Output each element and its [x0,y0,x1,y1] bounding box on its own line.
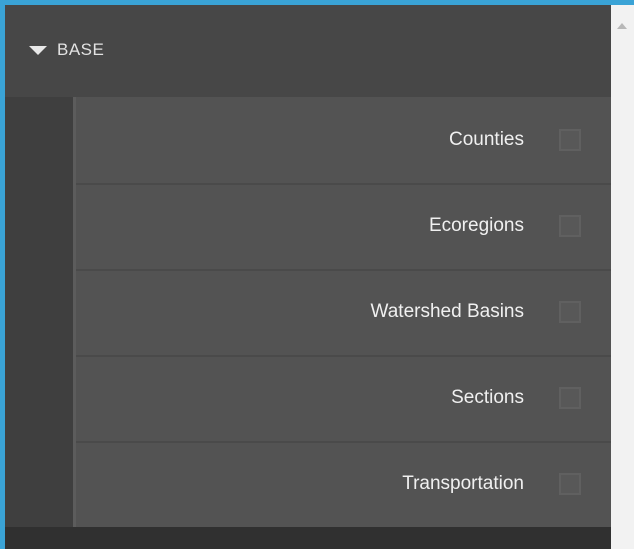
layer-label: Counties [449,129,524,150]
layer-row-transportation[interactable]: Transportation [76,441,611,529]
base-group-toggle[interactable]: BASE [29,35,104,65]
layer-row-counties[interactable]: Counties [76,97,611,185]
layer-checkbox-watershed-basins[interactable] [559,301,581,323]
layer-checkbox-sections[interactable] [559,387,581,409]
layer-label: Transportation [402,473,524,494]
caret-down-icon [29,45,47,55]
panel-bottom-bar [5,527,611,549]
layer-panel: BASE Counties Ecoregions Watershed Basin… [5,5,611,549]
layer-row-sections[interactable]: Sections [76,355,611,443]
layer-list: Counties Ecoregions Watershed Basins Sec… [73,97,611,529]
base-group-label: BASE [57,40,105,59]
layer-row-ecoregions[interactable]: Ecoregions [76,183,611,271]
layer-label: Sections [451,387,524,408]
layer-label: Ecoregions [428,215,524,236]
scroll-up-icon[interactable] [617,23,627,29]
base-group-header: BASE [5,5,611,97]
layer-checkbox-counties[interactable] [559,129,581,151]
layer-label: Watershed Basins [370,301,524,322]
layer-checkbox-transportation[interactable] [559,473,581,495]
layer-checkbox-ecoregions[interactable] [559,215,581,237]
layer-row-watershed-basins[interactable]: Watershed Basins [76,269,611,357]
vertical-scrollbar[interactable] [611,5,634,549]
